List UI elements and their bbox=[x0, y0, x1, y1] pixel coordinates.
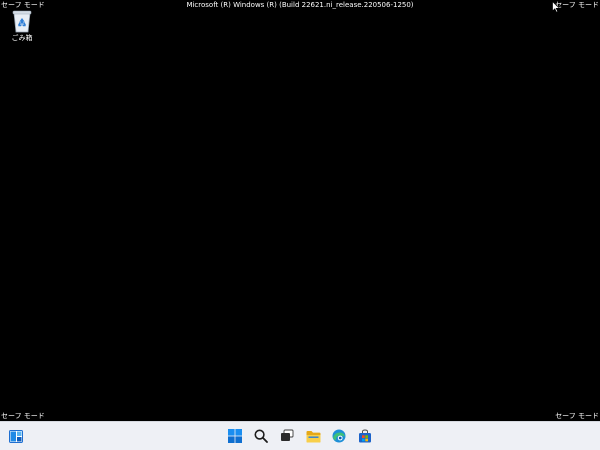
recycle-bin-icon bbox=[12, 10, 32, 33]
edge-icon bbox=[332, 429, 346, 443]
desktop-icon-recycle-bin[interactable]: ごみ箱 bbox=[5, 9, 39, 45]
desktop-icon-label: ごみ箱 bbox=[11, 34, 33, 42]
start-button[interactable] bbox=[226, 427, 244, 445]
widgets-icon bbox=[9, 429, 23, 443]
start-icon bbox=[228, 429, 242, 443]
widgets-button[interactable] bbox=[7, 427, 25, 445]
safe-mode-label-bottom-left: セーフ モード bbox=[1, 412, 45, 420]
desktop: セーフ モード Microsoft (R) Windows (R) (Build… bbox=[0, 0, 600, 421]
build-info-text: Microsoft (R) Windows (R) (Build 22621.n… bbox=[186, 1, 414, 9]
search-button[interactable] bbox=[252, 427, 270, 445]
task-view-icon bbox=[281, 429, 294, 441]
safe-mode-label-bottom-right: セーフ モード bbox=[555, 412, 599, 420]
file-explorer-button[interactable] bbox=[304, 427, 322, 445]
file-explorer-icon bbox=[306, 430, 320, 442]
mouse-cursor-icon bbox=[552, 1, 560, 13]
store-icon bbox=[359, 429, 371, 443]
safe-mode-label-top-right: セーフ モード bbox=[555, 1, 599, 9]
store-button[interactable] bbox=[356, 427, 374, 445]
task-view-button[interactable] bbox=[278, 427, 296, 445]
edge-button[interactable] bbox=[330, 427, 348, 445]
taskbar bbox=[0, 421, 600, 450]
search-icon bbox=[254, 429, 268, 443]
